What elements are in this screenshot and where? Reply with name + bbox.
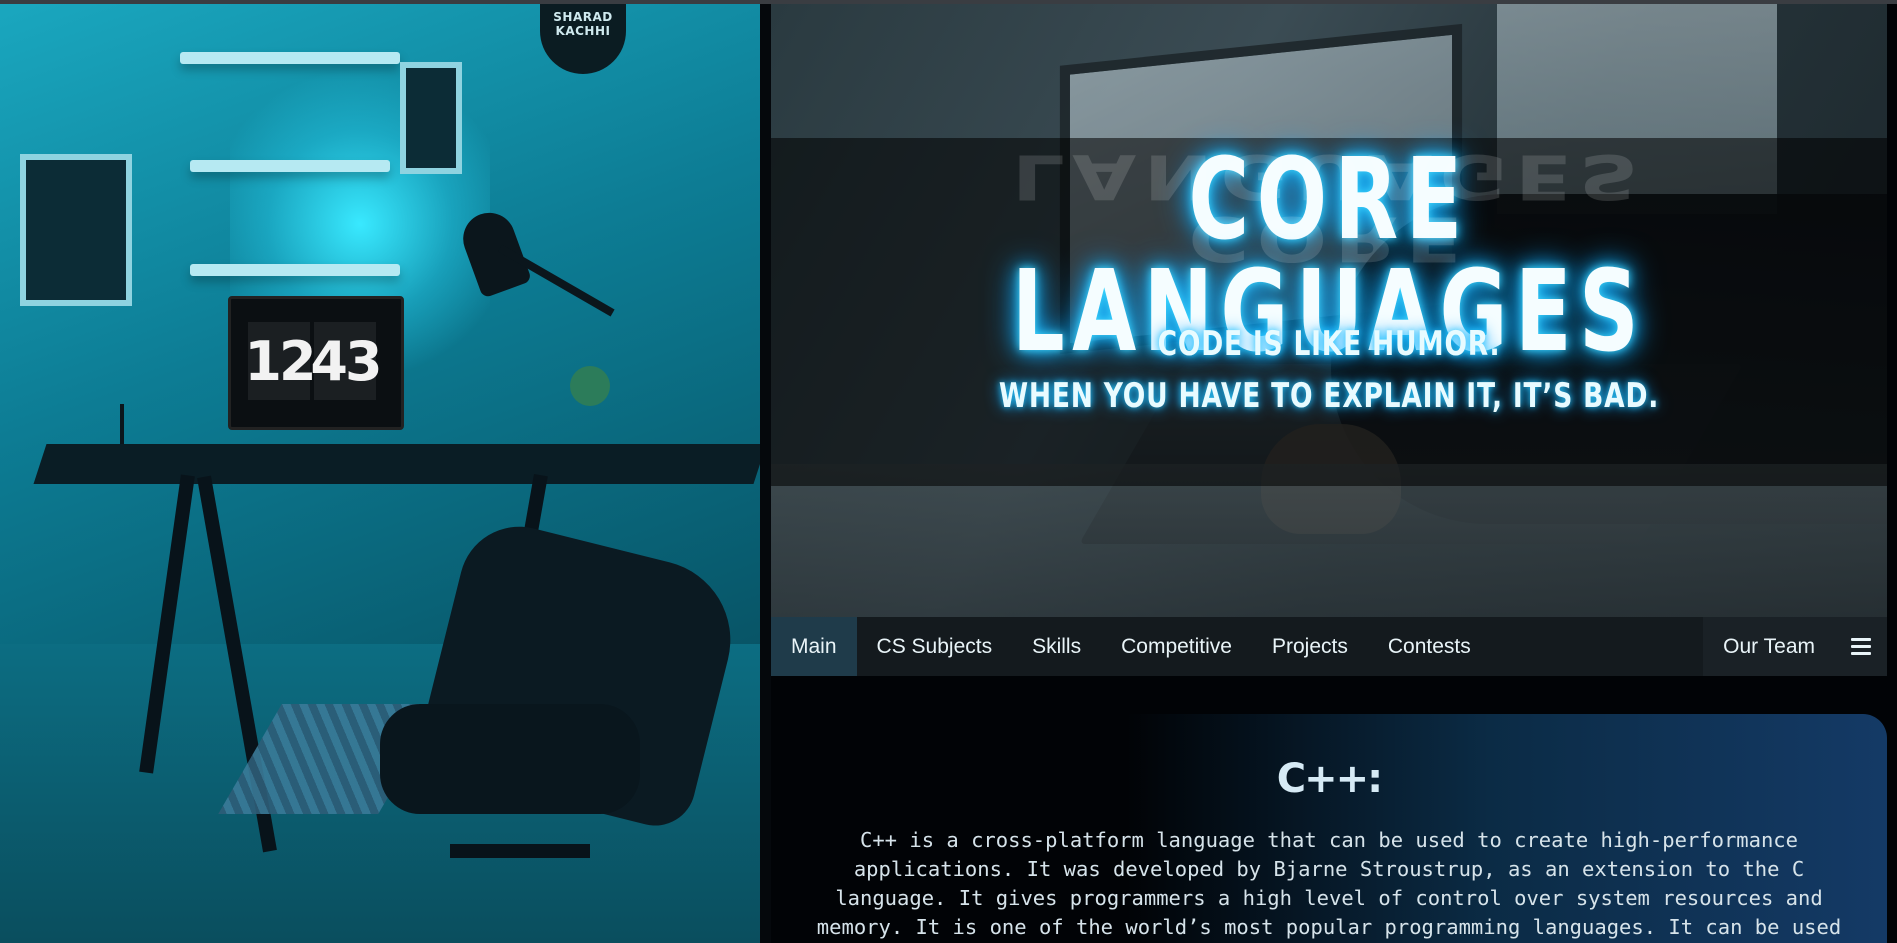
cpp-logo: C++: [1276,756,1383,802]
hamburger-line [1851,645,1871,648]
chair-seat [380,704,640,814]
hamburger-icon[interactable] [1835,617,1887,676]
wall-poster: SHARAD KACHHI [540,4,626,74]
flip-clock: 12 43 [244,322,383,400]
hero-title-reflection: CORE LANGUAGES [1011,140,1647,274]
desk-setup-photo: SHARAD KACHHI 12 43 [0,4,760,943]
wall-shelf-bottom [190,264,400,276]
nav-item-our-team[interactable]: Our Team [1703,617,1835,676]
hero-table [771,464,1887,617]
hamburger-line [1851,652,1871,655]
nav-item-cs-subjects[interactable]: CS Subjects [857,617,1013,676]
nav-right-group: Our Team [1703,617,1887,676]
nav-item-competitive[interactable]: Competitive [1101,617,1252,676]
language-description: C++ is a cross-platform language that ca… [816,828,1842,939]
hero-tagline-line1: CODE IS LIKE HUMOR. [1157,324,1501,364]
nav-item-skills[interactable]: Skills [1012,617,1101,676]
desk [33,444,760,484]
wall-frame-right [400,62,462,174]
clock-hours: 12 [244,322,317,400]
hero-tagline-line2: WHEN YOU HAVE TO EXPLAIN IT, IT’S BAD. [998,376,1660,416]
wall-shelf-middle [190,160,390,172]
poster-text: SHARAD KACHHI [553,10,613,38]
plant [570,366,610,406]
wall-frame-left [20,154,132,306]
nav-item-contests[interactable]: Contests [1368,617,1491,676]
wall-shelf-top [180,52,400,64]
hero-banner: CORE LANGUAGES CORE LANGUAGES CODE IS LI… [771,4,1887,617]
hamburger-line [1851,638,1871,641]
top-nav: Main CS Subjects Skills Competitive Proj… [771,617,1887,676]
chair-base [450,844,590,858]
nav-item-main[interactable]: Main [771,617,857,676]
clock-minutes: 43 [310,322,383,400]
main-content: CORE LANGUAGES CORE LANGUAGES CODE IS LI… [771,4,1897,943]
nav-item-projects[interactable]: Projects [1252,617,1368,676]
